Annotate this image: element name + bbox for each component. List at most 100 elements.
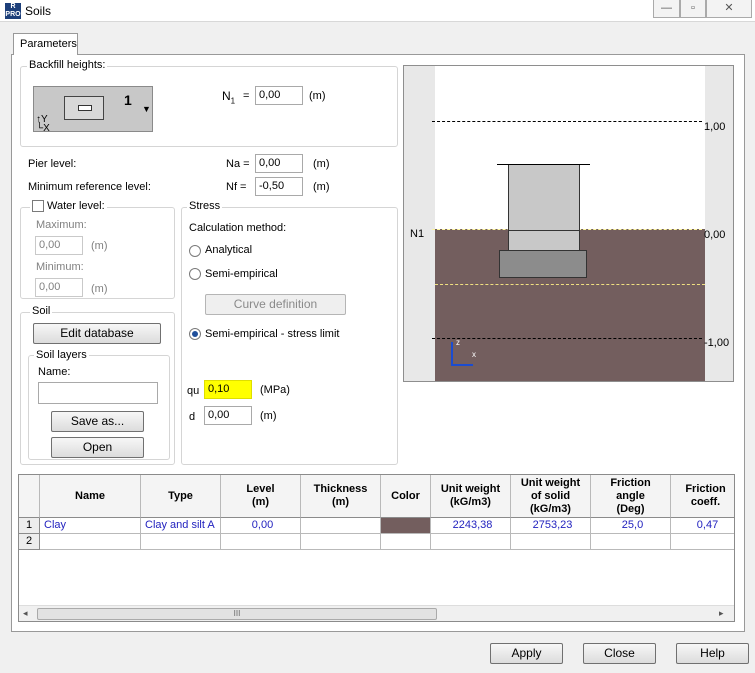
scroll-left-icon[interactable]: ◂ — [23, 608, 28, 619]
tab-label: Parameters — [20, 38, 77, 50]
maximize-button[interactable]: ▫ — [680, 0, 706, 18]
water-max-input[interactable]: 0,00 — [35, 236, 83, 255]
row-number[interactable]: 2 — [19, 534, 40, 550]
z-axis-icon — [451, 342, 453, 366]
n1-label: N1 — [222, 89, 236, 106]
backfill-preset-icon — [64, 96, 104, 120]
table-cell[interactable] — [221, 534, 301, 550]
water-max-label: Maximum: — [36, 219, 87, 231]
n1-drawing-label: N1 — [410, 228, 425, 240]
scroll-thumb[interactable]: III — [37, 608, 437, 620]
xy-axis-icon: ↑Y └X — [36, 114, 50, 134]
radio-semi-empirical-label: Semi-empirical — [205, 268, 278, 280]
table-cell[interactable]: 2243,38 — [431, 518, 511, 534]
water-level-checkbox[interactable] — [32, 200, 44, 212]
table-cell[interactable] — [671, 534, 734, 550]
water-min-unit: (m) — [91, 283, 108, 295]
qu-label: qu — [187, 385, 200, 397]
soil-name-label: Name: — [38, 366, 71, 378]
min-reference-level-label: Minimum reference level: — [28, 181, 151, 193]
radio-analytical-label: Analytical — [205, 244, 253, 256]
backfill-heights-title: Backfill heights: — [27, 59, 108, 71]
curve-definition-button[interactable]: Curve definition — [205, 294, 346, 315]
table-cell[interactable]: Clay — [40, 518, 141, 534]
calculation-method-label: Calculation method: — [189, 222, 287, 234]
nf-input[interactable]: -0,50 — [255, 177, 303, 196]
col-header-friction-angle[interactable]: Friction angle (Deg) — [591, 475, 671, 518]
table-cell[interactable] — [301, 518, 381, 534]
soil-title: Soil — [30, 305, 53, 317]
col-header-unit-weight[interactable]: Unit weight (kG/m3) — [431, 475, 511, 518]
save-as-button[interactable]: Save as... — [51, 411, 144, 432]
soil-name-input[interactable] — [38, 382, 158, 404]
col-header-type[interactable]: Type — [141, 475, 221, 518]
table-cell[interactable] — [511, 534, 591, 550]
apply-button[interactable]: Apply — [490, 643, 563, 664]
axis-z-label: z — [456, 338, 460, 347]
col-header-unit-weight-solid[interactable]: Unit weight of solid (kG/m3) — [511, 475, 591, 518]
table-cell[interactable]: 0,00 — [221, 518, 301, 534]
table-corner — [19, 475, 40, 518]
radio-stress-limit-label: Semi-empirical - stress limit — [205, 328, 340, 340]
radio-analytical[interactable] — [189, 245, 201, 257]
col-header-level[interactable]: Level (m) — [221, 475, 301, 518]
soil-layers-table: Name Type Level (m) Thickness (m) Color … — [18, 474, 735, 622]
open-button[interactable]: Open — [51, 437, 144, 458]
soil-layers-title: Soil layers — [34, 349, 89, 361]
nf-label: Nf = — [226, 181, 247, 193]
pier-level-label: Pier level: — [28, 158, 77, 170]
table-cell[interactable] — [381, 534, 431, 550]
minimize-button[interactable]: — — [653, 0, 680, 18]
radio-semi-empirical-stress-limit[interactable] — [189, 328, 201, 340]
table-cell[interactable]: 0,47 — [671, 518, 734, 534]
edit-database-button[interactable]: Edit database — [33, 323, 161, 344]
axis-x-label: x — [472, 350, 476, 359]
col-header-name[interactable]: Name — [40, 475, 141, 518]
d-input[interactable]: 0,00 — [204, 406, 252, 425]
table-cell[interactable] — [141, 534, 221, 550]
table-cell[interactable] — [301, 534, 381, 550]
title-bar — [0, 0, 755, 22]
water-level-label: Water level: — [47, 200, 105, 212]
table-cell[interactable] — [431, 534, 511, 550]
close-window-button[interactable]: ✕ — [706, 0, 752, 18]
horizontal-scrollbar[interactable]: ◂ III ▸ — [19, 605, 734, 621]
backfill-preset-number: 1 — [124, 92, 132, 108]
na-label: Na = — [226, 158, 250, 170]
chevron-down-icon[interactable]: ▼ — [142, 104, 151, 114]
stress-title: Stress — [187, 200, 223, 212]
d-label: d — [189, 411, 196, 423]
water-min-label: Minimum: — [36, 261, 84, 273]
table-cell[interactable] — [40, 534, 141, 550]
level-line-bottom — [432, 338, 702, 339]
level-top-label: 1,00 — [704, 121, 726, 133]
n1-input[interactable]: 0,00 — [255, 86, 303, 105]
radio-semi-empirical[interactable] — [189, 268, 201, 280]
qu-unit: (MPa) — [260, 384, 290, 396]
table-cell[interactable]: 25,0 — [591, 518, 671, 534]
na-unit: (m) — [313, 158, 330, 170]
water-max-unit: (m) — [91, 240, 108, 252]
table-cell[interactable]: Clay and silt A — [141, 518, 221, 534]
col-header-friction-coeff[interactable]: Friction coeff. — [671, 475, 734, 518]
water-level-header: Water level: — [30, 200, 107, 212]
app-icon: R PRO — [5, 3, 21, 19]
water-min-input[interactable]: 0,00 — [35, 278, 83, 297]
qu-input[interactable]: 0,10 — [204, 380, 252, 399]
table-cell[interactable]: 2753,23 — [511, 518, 591, 534]
tab-parameters[interactable]: Parameters — [13, 33, 78, 55]
help-button[interactable]: Help — [676, 643, 749, 664]
footing-shape — [499, 250, 587, 278]
color-swatch-cell[interactable] — [381, 518, 431, 534]
col-header-color[interactable]: Color — [381, 475, 431, 518]
x-axis-icon — [451, 364, 473, 366]
na-input[interactable]: 0,00 — [255, 154, 303, 173]
soil-profile-drawing[interactable]: N1 1,00 0,00 -1,00 z x — [403, 65, 734, 382]
col-header-thickness[interactable]: Thickness (m) — [301, 475, 381, 518]
window-title: Soils — [25, 4, 52, 18]
scroll-right-icon[interactable]: ▸ — [719, 608, 724, 619]
backfill-preset-selector[interactable]: 1 ↑Y └X — [33, 86, 153, 134]
close-button[interactable]: Close — [583, 643, 656, 664]
table-cell[interactable] — [591, 534, 671, 550]
row-number[interactable]: 1 — [19, 518, 40, 534]
